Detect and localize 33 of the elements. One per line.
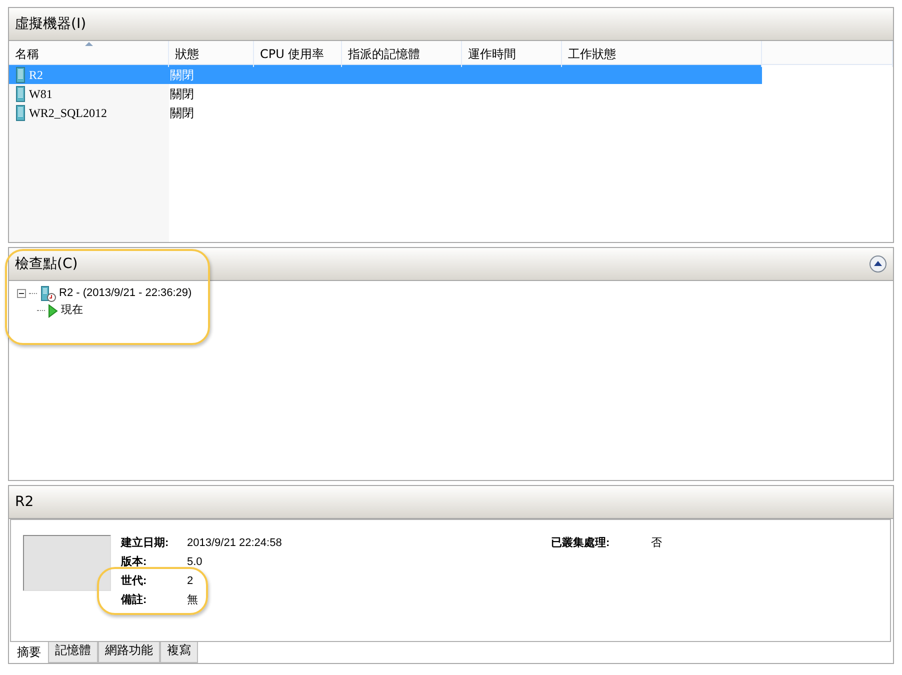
field-value: 2 (186, 574, 194, 589)
server-icon (16, 66, 25, 82)
play-icon (48, 304, 58, 318)
field-label: 建立日期: (121, 536, 169, 551)
tab[interactable]: 網路功能 (98, 642, 160, 663)
tree-item-label[interactable]: R2 - (2013/9/21 - 22:36:29) (59, 285, 192, 302)
collapse-button[interactable] (869, 254, 887, 274)
server-icon (16, 104, 25, 120)
tab[interactable]: 記憶體 (48, 642, 98, 663)
table-row[interactable]: W81 關閉 (9, 84, 762, 103)
field-value: 否 (650, 536, 662, 551)
field-value: 無 (186, 593, 198, 608)
tab[interactable]: 複寫 (160, 642, 198, 663)
sort-arrow-icon (85, 41, 93, 46)
vm-name[interactable]: W81 (29, 84, 52, 102)
panel-title: R2 (15, 492, 34, 512)
vm-status: 關閉 (170, 104, 195, 122)
field-label: 世代: (121, 574, 147, 589)
vm-status: 關閉 (170, 86, 195, 102)
vm-status: 關閉 (170, 66, 195, 84)
collapse-toggle[interactable] (17, 289, 26, 298)
field-value: 2013/9/21 22:24:58 (186, 536, 282, 551)
field-label: 版本: (121, 554, 147, 570)
tree-item-label[interactable]: 現在 (61, 302, 83, 319)
field-value: 5.0 (186, 555, 202, 570)
panel-title: 檢查點(C) (15, 254, 78, 274)
server-clock-icon (40, 286, 56, 302)
panel-title: 虛擬機器(I) (15, 14, 86, 34)
server-icon (16, 86, 25, 102)
field-label: 已叢集處理: (551, 536, 610, 551)
table-row[interactable]: WR2_SQL2012 關閉 (9, 103, 762, 122)
vm-name[interactable]: WR2_SQL2012 (29, 104, 107, 122)
field-label: 備註: (121, 592, 147, 608)
